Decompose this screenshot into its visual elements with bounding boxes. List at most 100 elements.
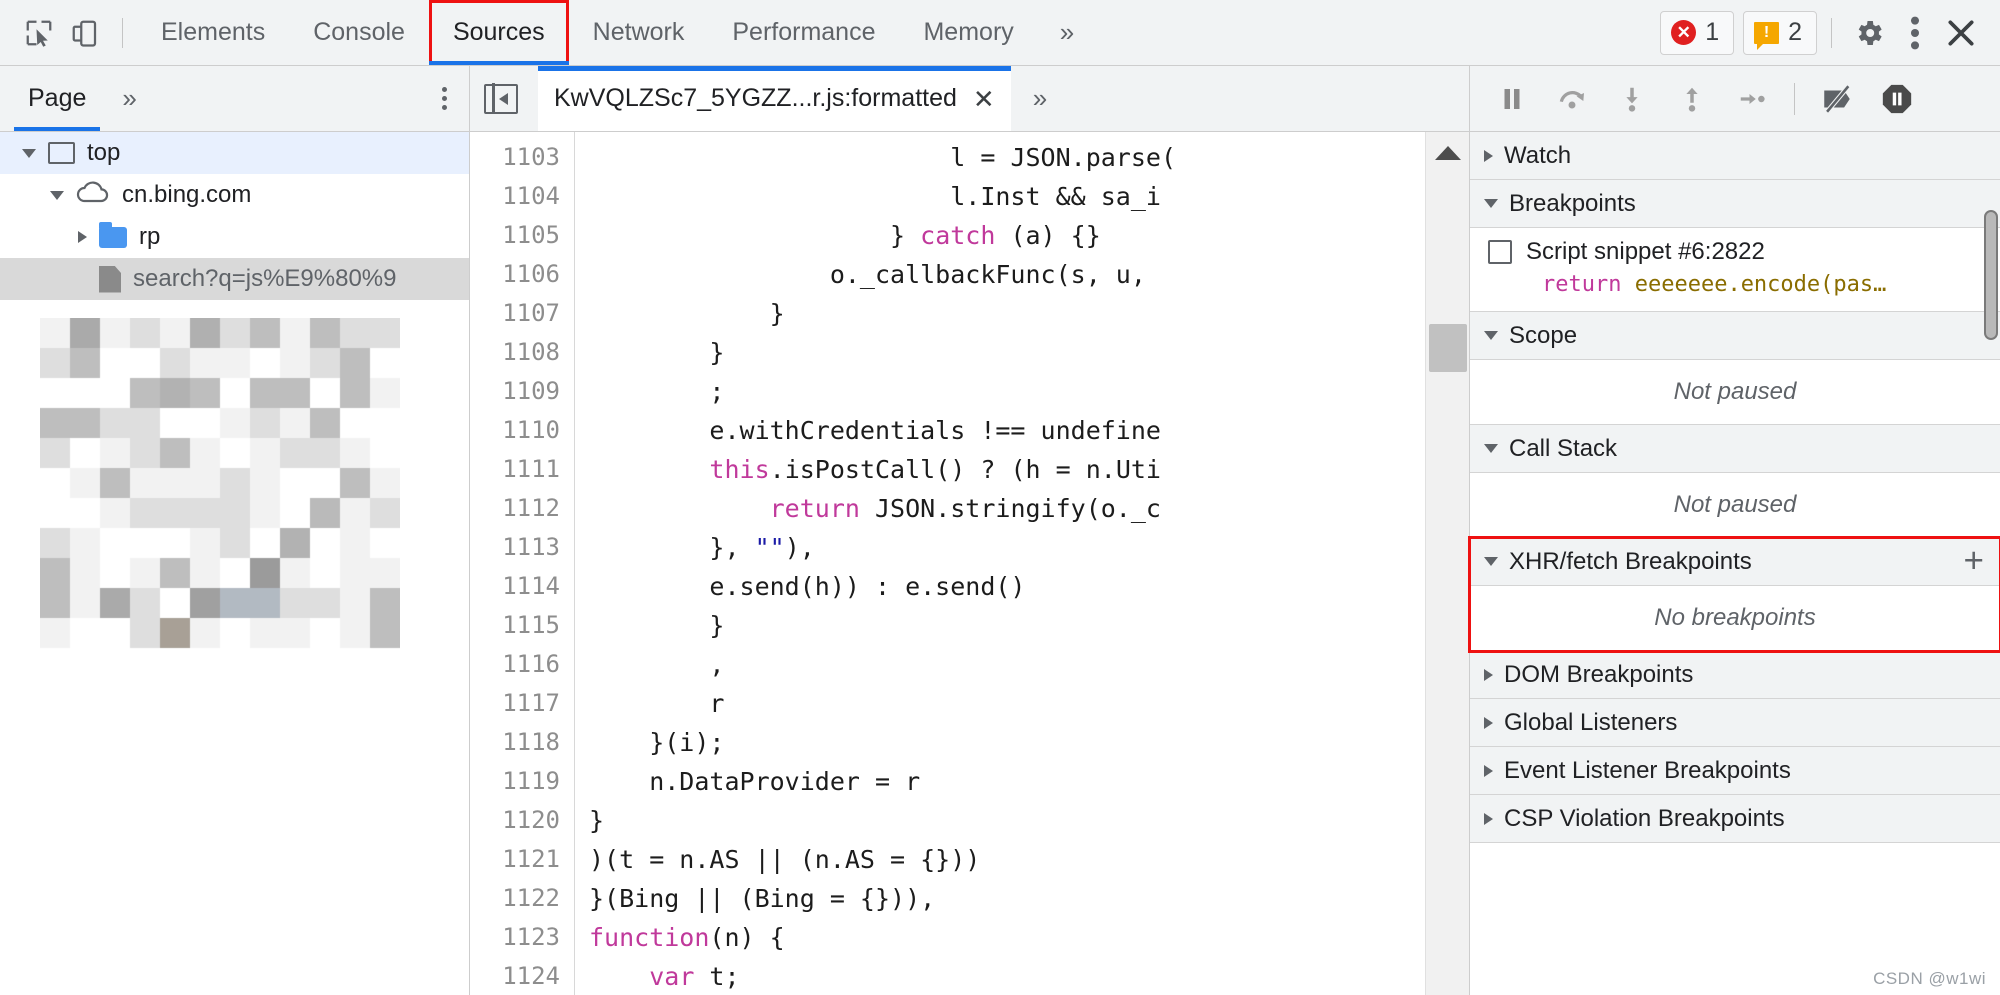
resume-script-execution-icon[interactable] bbox=[1484, 75, 1540, 123]
code-editor[interactable]: 1103 1104 1105 1106 1107 1108 1109 1110 1111 1112… bbox=[470, 132, 1469, 995]
code-line: } bbox=[589, 338, 725, 367]
section-header-csp-violation-breakpoints[interactable]: CSP Violation Breakpoints bbox=[1470, 795, 2000, 843]
source-code-text[interactable]: l = JSON.parse( l.Inst && sa_i } catch (… bbox=[575, 132, 1469, 995]
tab-elements[interactable]: Elements bbox=[137, 0, 289, 65]
tab-memory-label: Memory bbox=[923, 18, 1014, 46]
section-header-global-listeners[interactable]: Global Listeners bbox=[1470, 699, 2000, 747]
line-number: 1124 bbox=[502, 962, 560, 990]
navigator-tab-page[interactable]: Page bbox=[14, 66, 101, 131]
pause-on-exceptions-icon[interactable] bbox=[1869, 75, 1925, 123]
line-number: 1113 bbox=[502, 533, 560, 561]
tree-item-search-file[interactable]: search?q=js%E9%80%9 bbox=[0, 258, 469, 300]
show-navigator-icon[interactable] bbox=[484, 83, 518, 114]
debugger-sidebar-scrollbar[interactable] bbox=[1984, 210, 1998, 340]
error-icon: ✕ bbox=[1671, 20, 1697, 45]
devtools-body: Page » top cn.bing.com rp search?q=js%E9… bbox=[0, 66, 2000, 995]
watermark-label: CSDN @w1wi bbox=[1873, 969, 1986, 988]
tab-performance[interactable]: Performance bbox=[708, 0, 899, 65]
editor-more-tabs-chevron-icon[interactable]: » bbox=[1011, 83, 1065, 114]
code-line: e.send(h)) : e.send() bbox=[589, 572, 1026, 601]
inspect-element-icon[interactable] bbox=[16, 10, 62, 56]
debugger-sidebar: Watch Breakpoints Script snippet #6:2822… bbox=[1468, 66, 2000, 995]
line-number: 1110 bbox=[502, 416, 560, 444]
warning-count-label: 2 bbox=[1788, 18, 1802, 46]
chevron-down-icon bbox=[1484, 444, 1498, 453]
tree-item-top[interactable]: top bbox=[0, 132, 469, 174]
chevron-right-icon[interactable] bbox=[78, 231, 87, 243]
warning-count-button[interactable]: ! 2 bbox=[1743, 10, 1817, 55]
section-header-dom-breakpoints[interactable]: DOM Breakpoints bbox=[1470, 651, 2000, 699]
deactivate-breakpoints-icon[interactable] bbox=[1809, 75, 1865, 123]
cloud-icon bbox=[76, 180, 110, 210]
xhr-fetch-breakpoints-group: XHR/fetch Breakpoints + No breakpoints bbox=[1468, 536, 2000, 653]
device-toolbar-icon[interactable] bbox=[62, 10, 108, 56]
tab-memory[interactable]: Memory bbox=[899, 0, 1037, 65]
chevron-right-icon bbox=[1484, 149, 1493, 162]
breakpoints-list: Script snippet #6:2822 return eeeeeee.en… bbox=[1470, 228, 2000, 312]
breakpoint-location-label: Script snippet #6:2822 bbox=[1526, 238, 1765, 265]
call-stack-empty-message: Not paused bbox=[1673, 491, 1797, 518]
close-icon[interactable]: ✕ bbox=[973, 86, 995, 112]
breakpoint-snippet: return eeeeeee.encode(pas… bbox=[1542, 272, 1986, 297]
line-number: 1119 bbox=[502, 767, 560, 795]
section-header-xhr-fetch-breakpoints[interactable]: XHR/fetch Breakpoints + bbox=[1470, 538, 2000, 586]
navigator-more-tabs-chevron-icon[interactable]: » bbox=[100, 83, 154, 114]
chevron-right-icon bbox=[1484, 716, 1493, 729]
section-header-call-stack[interactable]: Call Stack bbox=[1470, 425, 2000, 473]
chevron-down-icon[interactable] bbox=[22, 148, 36, 158]
line-number-gutter: 1103 1104 1105 1106 1107 1108 1109 1110 1111 1112… bbox=[470, 132, 575, 995]
step-over-next-function-call-icon[interactable] bbox=[1544, 75, 1600, 123]
tree-item-domain[interactable]: cn.bing.com bbox=[0, 174, 469, 216]
code-line: ; bbox=[589, 377, 725, 406]
gear-icon[interactable] bbox=[1846, 10, 1892, 56]
tab-console[interactable]: Console bbox=[289, 0, 429, 65]
section-header-watch[interactable]: Watch bbox=[1470, 132, 2000, 180]
add-xhr-breakpoint-icon[interactable]: + bbox=[1964, 544, 1984, 578]
xhr-breakpoints-body: No breakpoints bbox=[1470, 586, 2000, 651]
scope-empty-message: Not paused bbox=[1673, 378, 1797, 405]
tree-item-domain-label: cn.bing.com bbox=[122, 181, 252, 208]
toolbar-divider bbox=[122, 17, 123, 48]
tab-sources[interactable]: Sources bbox=[428, 0, 569, 65]
scroll-up-arrow-icon[interactable] bbox=[1434, 146, 1461, 160]
chevron-down-icon bbox=[1484, 331, 1498, 340]
code-line: e.withCredentials !== undefine bbox=[589, 416, 1161, 445]
tab-sources-label: Sources bbox=[452, 18, 545, 46]
line-number: 1120 bbox=[502, 806, 560, 834]
line-number: 1117 bbox=[502, 689, 560, 717]
more-panels-chevron-icon[interactable]: » bbox=[1038, 17, 1092, 48]
step-icon[interactable] bbox=[1724, 75, 1780, 123]
line-number: 1123 bbox=[502, 923, 560, 951]
line-number: 1116 bbox=[502, 650, 560, 678]
chevron-down-icon bbox=[1484, 557, 1498, 566]
error-count-button[interactable]: ✕ 1 bbox=[1660, 10, 1735, 55]
section-header-scope-label: Scope bbox=[1509, 321, 1578, 349]
step-out-of-current-function-icon[interactable] bbox=[1664, 75, 1720, 123]
breakpoint-snippet-rest: eeeeeee.encode(pas… bbox=[1621, 272, 1887, 297]
section-header-breakpoints[interactable]: Breakpoints bbox=[1470, 180, 2000, 228]
line-number: 1103 bbox=[502, 143, 560, 171]
close-icon[interactable] bbox=[1938, 10, 1984, 56]
breakpoint-item[interactable]: Script snippet #6:2822 return eeeeeee.en… bbox=[1470, 228, 2000, 311]
more-options-icon[interactable] bbox=[1892, 10, 1938, 56]
chevron-down-icon[interactable] bbox=[50, 190, 64, 200]
code-line: , bbox=[589, 650, 725, 679]
breakpoint-checkbox[interactable] bbox=[1488, 240, 1512, 264]
code-line: l.Inst && sa_i bbox=[589, 182, 1161, 211]
section-header-event-listener-breakpoints[interactable]: Event Listener Breakpoints bbox=[1470, 747, 2000, 795]
line-number: 1122 bbox=[502, 884, 560, 912]
editor-vertical-scrollbar[interactable] bbox=[1425, 132, 1469, 995]
code-line: n.DataProvider = r bbox=[589, 767, 921, 796]
tree-item-rp[interactable]: rp bbox=[0, 216, 469, 258]
line-number: 1109 bbox=[502, 377, 560, 405]
editor-tab-active[interactable]: KwVQLZSc7_5YGZZ...r.js:formatted ✕ bbox=[538, 66, 1011, 131]
section-header-global-listeners-label: Global Listeners bbox=[1504, 708, 1678, 736]
tab-network[interactable]: Network bbox=[569, 0, 709, 65]
step-into-next-function-call-icon[interactable] bbox=[1604, 75, 1660, 123]
navigator-more-options-icon[interactable] bbox=[442, 87, 447, 110]
line-number: 1106 bbox=[502, 260, 560, 288]
error-count-label: 1 bbox=[1705, 18, 1720, 46]
scrollbar-thumb[interactable] bbox=[1429, 324, 1467, 372]
section-header-watch-label: Watch bbox=[1504, 141, 1572, 169]
section-header-scope[interactable]: Scope bbox=[1470, 312, 2000, 360]
